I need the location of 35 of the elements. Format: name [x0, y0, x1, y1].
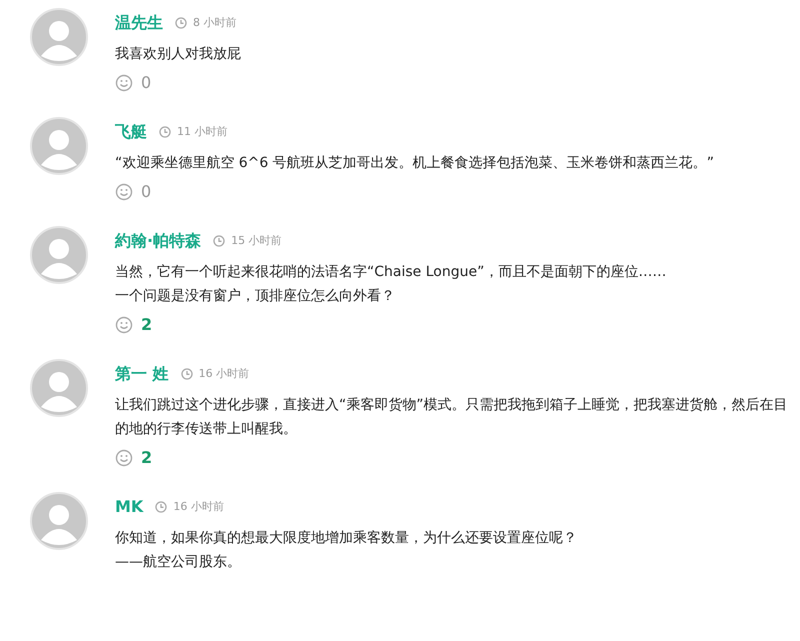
smiley-icon	[115, 74, 133, 92]
comment-text: 当然，它有一个听起来很花哨的法语名字“Chaise Longue”，而且不是面朝下的座位……	[115, 263, 668, 282]
author-name[interactable]: 約翰·帕特森	[115, 230, 202, 252]
smiley-icon	[115, 183, 133, 201]
smiley-icon	[115, 449, 133, 467]
timestamp: 16 小时前	[198, 366, 250, 382]
smiley-icon	[115, 316, 133, 334]
author-name[interactable]: MK	[115, 496, 144, 518]
comment-text: 你知道，如果你真的想最大限度地增加乘客数量，为什么还要设置座位呢？	[115, 529, 578, 548]
avatar-icon	[30, 359, 88, 417]
reaction-button[interactable]: 2	[115, 313, 152, 337]
clock-icon	[159, 126, 171, 138]
comment-text: 让我们跳过这个进化步骤，直接进入“乘客即货物”模式。只需把我拖到箱子上睡觉，把我塞进货舱，然后在目的地的行李传送带上叫醒我。	[115, 396, 789, 439]
reaction-button[interactable]: 0	[115, 71, 152, 95]
timestamp: 15 小时前	[231, 232, 282, 249]
comment-text: “欢迎乘坐德里航空 6^6 号航班从芝加哥出发。机上餐食选择包括泡菜、玉米卷饼和蒸西兰花。”	[115, 154, 715, 173]
timestamp: 16 小时前	[173, 498, 224, 515]
clock-icon	[175, 17, 187, 29]
comment-text: 一个问题是没有窗户，顶排座位怎么向外看？	[115, 287, 396, 306]
author-name[interactable]: 第一 姓	[115, 363, 169, 385]
avatar-icon	[30, 117, 88, 175]
reaction-button[interactable]: 2	[115, 446, 152, 470]
clock-icon	[180, 368, 193, 380]
author-name[interactable]: 飞艇	[115, 121, 147, 143]
comment-text: 我喜欢别人对我放屁	[115, 45, 242, 64]
reaction-button[interactable]: 0	[115, 180, 152, 204]
timestamp: 8 小时前	[193, 14, 236, 31]
timestamp: 11 小时前	[177, 124, 228, 140]
clock-icon	[155, 501, 168, 513]
comment-text: ——航空公司股东。	[115, 553, 242, 572]
clock-icon	[213, 235, 226, 247]
avatar-icon	[30, 492, 88, 550]
avatar-icon	[30, 226, 88, 284]
author-name[interactable]: 温先生	[115, 12, 163, 34]
avatar-icon	[30, 8, 88, 66]
